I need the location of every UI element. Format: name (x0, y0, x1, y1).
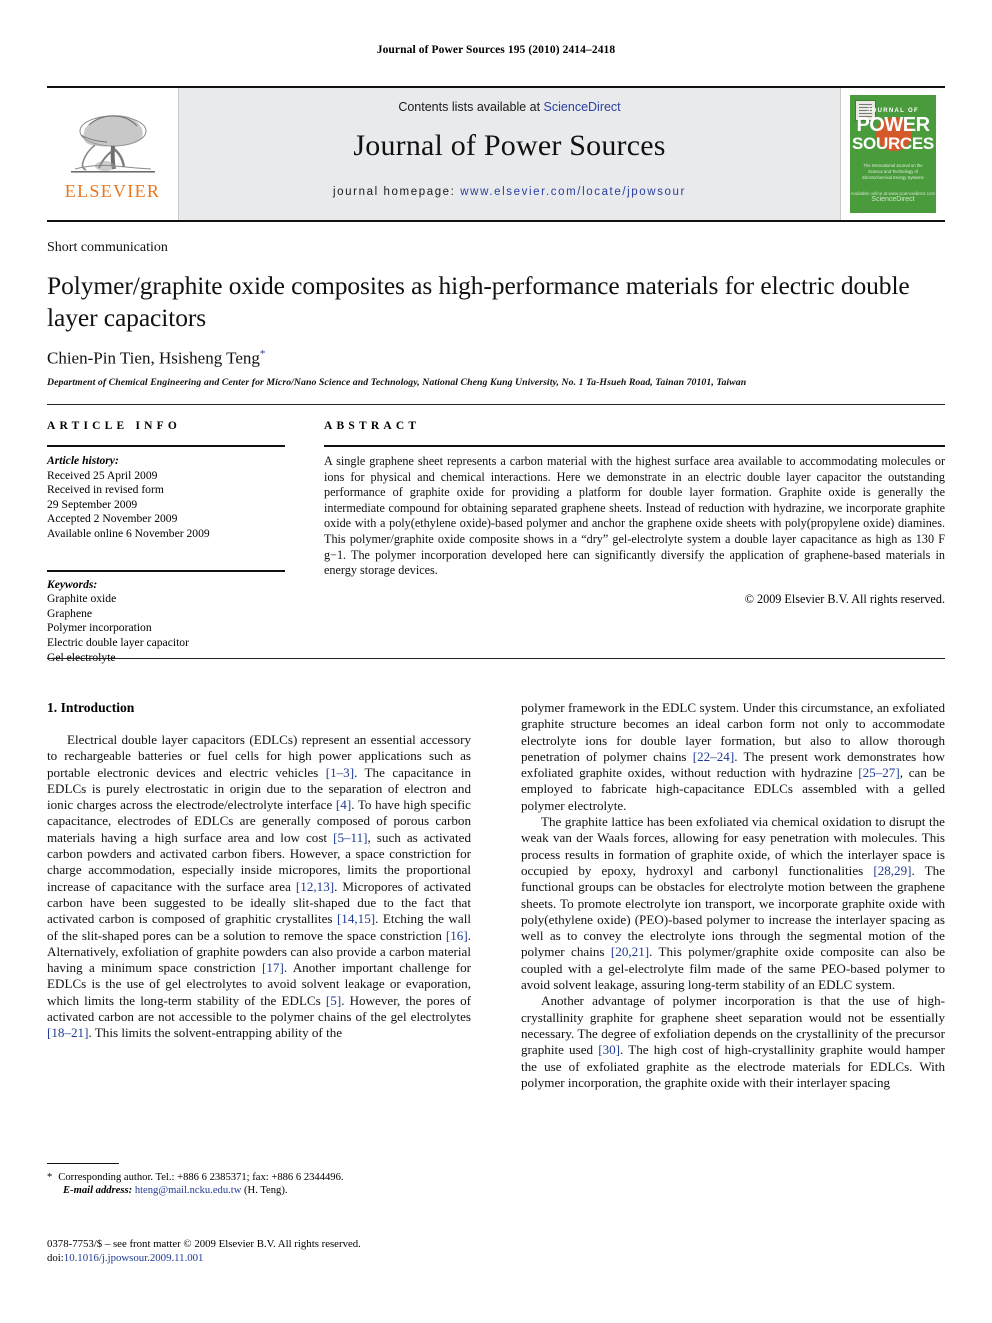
info-abstract-region: ARTICLE INFO Article history: Received 2… (47, 420, 945, 665)
title-block: Short communication Polymer/graphite oxi… (47, 240, 945, 388)
abstract-rule (324, 445, 945, 447)
keyword-item: Polymer incorporation (47, 621, 152, 635)
citation-ref[interactable]: [22–24] (693, 749, 734, 764)
citation-ref[interactable]: [30] (598, 1042, 620, 1057)
abstract-text: A single graphene sheet represents a car… (324, 454, 945, 578)
email-link[interactable]: hteng@mail.ncku.edu.tw (135, 1185, 242, 1196)
section-heading-introduction: 1. Introduction (47, 700, 135, 715)
history-item: Received 25 April 2009 (47, 468, 158, 482)
keywords-block: Keywords: Graphite oxide Graphene Polyme… (47, 569, 285, 666)
email-note: E-mail address: hteng@mail.ncku.edu.tw (… (47, 1184, 471, 1197)
article-info-heading: ARTICLE INFO (47, 420, 182, 432)
journal-banner: Contents lists available at ScienceDirec… (179, 88, 841, 220)
footnote-area: * Corresponding author. Tel.: +886 6 2385… (47, 1163, 471, 1198)
cover-footer-big: ScienceDirect (871, 196, 915, 203)
paragraph-right-3: Another advantage of polymer incorporati… (521, 993, 945, 1091)
citation-ref[interactable]: [16] (446, 928, 468, 943)
footnote-rule (47, 1163, 119, 1164)
citation-ref[interactable]: [12,13] (296, 879, 334, 894)
issn-line: 0378-7753/$ – see front matter © 2009 El… (47, 1238, 361, 1250)
doi-link[interactable]: 10.1016/j.jpowsour.2009.11.001 (64, 1252, 204, 1264)
paper-page: Journal of Power Sources 195 (2010) 2414… (0, 0, 992, 1323)
email-suffix: (H. Teng). (244, 1185, 288, 1197)
divider-above-abstract (47, 404, 945, 405)
journal-cover-image: JOURNAL OF POWER SOURCES The Internation… (850, 95, 936, 213)
citation-ref[interactable]: [17] (262, 960, 284, 975)
paragraph-right-1: polymer framework in the EDLC system. Un… (521, 700, 945, 814)
article-history-label: Article history: (47, 454, 119, 467)
sciencedirect-link[interactable]: ScienceDirect (544, 100, 621, 114)
history-item: 29 September 2009 (47, 497, 138, 511)
article-info-rule (47, 445, 285, 447)
issn-copyright-block: 0378-7753/$ – see front matter © 2009 El… (47, 1237, 471, 1265)
citation-ref[interactable]: [1–3] (326, 765, 354, 780)
keywords-label: Keywords: (47, 577, 98, 591)
body-columns: 1. Introduction Electrical double layer … (47, 700, 945, 1091)
citation-ref[interactable]: [5] (326, 993, 341, 1008)
abstract-heading: ABSTRACT (324, 420, 421, 432)
running-head: Journal of Power Sources 195 (2010) 2414… (376, 44, 616, 56)
homepage-label: journal homepage: (333, 186, 456, 198)
body-column-left: 1. Introduction Electrical double layer … (47, 700, 471, 1091)
history-item: Received in revised form (47, 483, 164, 497)
history-item: Accepted 2 November 2009 (47, 512, 178, 526)
elsevier-logo: ELSEVIER (47, 88, 179, 220)
affiliation: Department of Chemical Engineering and C… (47, 376, 747, 388)
doi-line: doi:10.1016/j.jpowsour.2009.11.001 (47, 1251, 471, 1265)
abstract-copyright: © 2009 Elsevier B.V. All rights reserved… (744, 591, 945, 606)
citation-ref[interactable]: [5–11] (333, 830, 367, 845)
doi-label: doi: (47, 1252, 64, 1264)
citation-ref[interactable]: [18–21] (47, 1025, 88, 1040)
citation-ref[interactable]: [25–27] (858, 765, 899, 780)
cover-footer: Available online at www.sciencedirect.co… (850, 191, 936, 203)
footnote-star-marker: * (47, 1172, 53, 1183)
history-item: Available online 6 November 2009 (47, 526, 210, 540)
article-info-column: ARTICLE INFO Article history: Received 2… (47, 420, 285, 665)
contents-available-line: Contents lists available at ScienceDirec… (398, 100, 620, 114)
article-history: Article history: Received 25 April 2009 … (47, 454, 285, 542)
keywords-rule (47, 569, 285, 572)
keyword-item: Electric double layer capacitor (47, 635, 189, 649)
contents-prefix: Contents lists available at (398, 100, 544, 114)
cover-subtitle: The International Journal on the Science… (862, 163, 924, 180)
divider-below-abstract (47, 658, 945, 659)
citation-ref[interactable]: [20,21] (611, 944, 649, 959)
elsevier-wordmark: ELSEVIER (64, 180, 161, 201)
email-label: E-mail address: (63, 1185, 133, 1197)
citation-ref[interactable]: [28,29] (873, 863, 911, 878)
journal-cover-thumbnail: JOURNAL OF POWER SOURCES The Internation… (841, 88, 945, 220)
homepage-url-link[interactable]: www.elsevier.com/locate/jpowsour (460, 186, 686, 198)
corresponding-author-marker: * (259, 348, 266, 360)
author-list: Chien-Pin Tien, Hsisheng Teng* (47, 348, 945, 369)
author-names: Chien-Pin Tien, Hsisheng Teng (47, 348, 260, 368)
paragraph-right-2: The graphite lattice has been exfoliated… (521, 814, 945, 993)
cover-line-sources: SOURCES (852, 134, 934, 153)
citation-ref[interactable]: [14,15] (337, 911, 375, 926)
corresponding-author-text: Corresponding author. Tel.: +886 6 23853… (58, 1172, 344, 1183)
keyword-item: Graphite oxide (47, 592, 117, 606)
citation-ref[interactable]: [4] (336, 797, 351, 812)
article-type: Short communication (47, 240, 168, 255)
journal-title: Journal of Power Sources (353, 129, 666, 162)
body-column-right: polymer framework in the EDLC system. Un… (521, 700, 945, 1091)
paragraph-intro-left: Electrical double layer capacitors (EDLC… (47, 732, 471, 1042)
keyword-item: Graphene (47, 606, 93, 620)
text-run: . This limits the solvent-entrapping abi… (88, 1025, 343, 1041)
page-title: Polymer/graphite oxide composites as hig… (47, 271, 910, 332)
journal-masthead: ELSEVIER Contents lists available at Sci… (47, 86, 945, 222)
corresponding-author-note: * Corresponding author. Tel.: +886 6 2385… (47, 1171, 471, 1184)
cover-line-power: POWER (856, 114, 930, 136)
elsevier-tree-icon (70, 114, 155, 173)
journal-homepage-line: journal homepage: www.elsevier.com/locat… (333, 186, 686, 198)
abstract-column: ABSTRACT A single graphene sheet represe… (324, 420, 945, 665)
